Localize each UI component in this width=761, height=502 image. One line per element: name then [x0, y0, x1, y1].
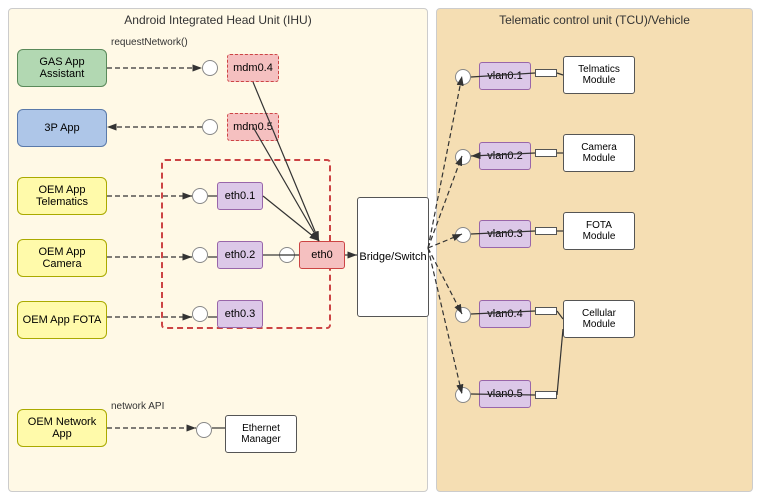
- app-oem-telematics: OEM App Telematics: [17, 177, 107, 215]
- app-oem-fota: OEM App FOTA: [17, 301, 107, 339]
- tcu-circle-vlan04: [455, 307, 471, 323]
- tcu-panel: Telematic control unit (TCU)/Vehicle vla…: [436, 8, 753, 492]
- circle-mdm05: [202, 119, 218, 135]
- vlan03-box: vlan0.3: [479, 220, 531, 248]
- eth02-box: eth0.2: [217, 241, 263, 269]
- circle-network: [196, 422, 212, 438]
- connector-cellular-1: [535, 307, 557, 315]
- eth01-box: eth0.1: [217, 182, 263, 210]
- camera-module-box: Camera Module: [563, 134, 635, 172]
- app-3p: 3P App: [17, 109, 107, 147]
- request-network-label: requestNetwork(): [111, 37, 188, 48]
- network-api-label: network API: [111, 401, 164, 412]
- connector-telmatics: [535, 69, 557, 77]
- circle-eth01: [192, 188, 208, 204]
- ihu-title: Android Integrated Head Unit (IHU): [124, 13, 311, 27]
- tcu-circle-vlan03: [455, 227, 471, 243]
- circle-eth03: [192, 306, 208, 322]
- connector-cellular-2: [535, 391, 557, 399]
- ihu-panel: Android Integrated Head Unit (IHU) GAS A…: [8, 8, 428, 492]
- circle-eth0-out: [279, 247, 295, 263]
- cellular-module-box: Cellular Module: [563, 300, 635, 338]
- eth0-box: eth0: [299, 241, 345, 269]
- bridge-switch-box: Bridge/Switch: [357, 197, 429, 317]
- circle-eth02: [192, 247, 208, 263]
- mdm04-box: mdm0.4: [227, 54, 279, 82]
- tcu-circle-vlan01: [455, 69, 471, 85]
- app-gas: GAS App Assistant: [17, 49, 107, 87]
- tcu-circle-vlan02: [455, 149, 471, 165]
- vlan02-box: vlan0.2: [479, 142, 531, 170]
- fota-module-box: FOTA Module: [563, 212, 635, 250]
- eth03-box: eth0.3: [217, 300, 263, 328]
- eth-manager-box: Ethernet Manager: [225, 415, 297, 453]
- connector-camera: [535, 149, 557, 157]
- main-container: Android Integrated Head Unit (IHU) GAS A…: [0, 0, 761, 502]
- tcu-title: Telematic control unit (TCU)/Vehicle: [499, 13, 690, 27]
- telmatics-module-box: Telmatics Module: [563, 56, 635, 94]
- vlan04-box: vlan0.4: [479, 300, 531, 328]
- app-oem-camera: OEM App Camera: [17, 239, 107, 277]
- circle-mdm04: [202, 60, 218, 76]
- app-oem-network: OEM Network App: [17, 409, 107, 447]
- vlan01-box: vlan0.1: [479, 62, 531, 90]
- vlan05-box: vlan0.5: [479, 380, 531, 408]
- mdm05-box: mdm0.5: [227, 113, 279, 141]
- tcu-circle-vlan05: [455, 387, 471, 403]
- connector-fota: [535, 227, 557, 235]
